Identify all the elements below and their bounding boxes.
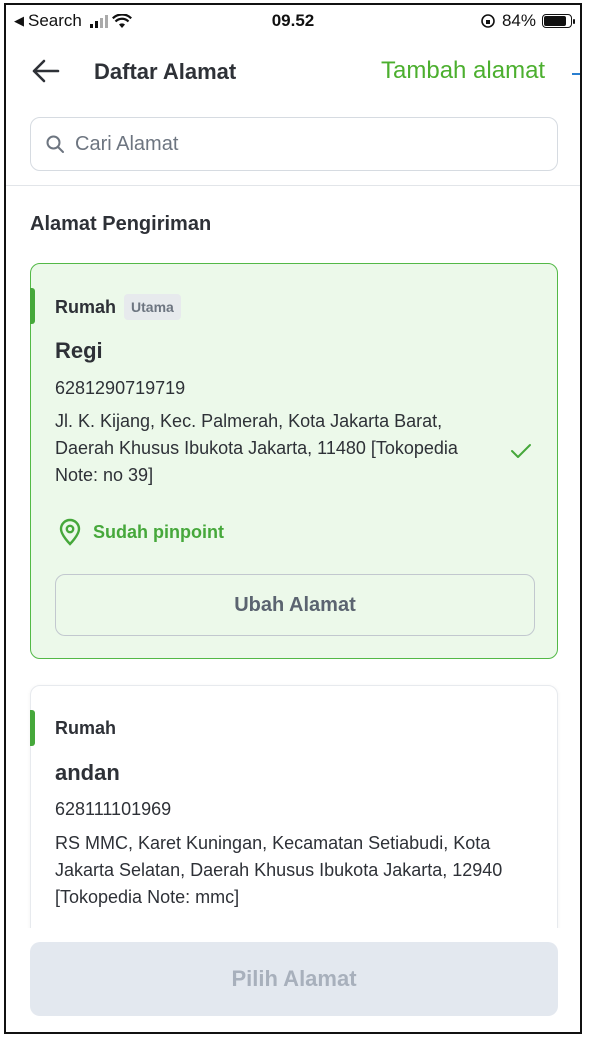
address-label: Rumah <box>55 718 117 738</box>
status-bar: ◀ Search 09.52 84% <box>6 5 580 37</box>
card-accent-bar <box>30 288 35 324</box>
search-box[interactable] <box>30 117 558 171</box>
recipient-name: Regi <box>55 338 103 363</box>
address-card-selected[interactable]: Rumah Utama Regi 6281290719719 Jl. K. Ki… <box>30 263 558 659</box>
recipient-phone: 628111101969 <box>55 799 172 819</box>
recipient-phone: 6281290719719 <box>55 378 186 398</box>
address-label-row: Rumah <box>55 718 116 739</box>
search-icon <box>46 135 64 153</box>
annotation-line <box>572 73 580 75</box>
address-label-row: Rumah Utama <box>55 294 181 320</box>
battery-percent: 84% <box>501 11 536 30</box>
header-divider <box>6 185 580 186</box>
status-right: 84% <box>480 11 575 31</box>
pinpoint-label: Sudah pinpoint <box>93 521 224 542</box>
pinpoint-status: Sudah pinpoint <box>57 518 224 546</box>
orientation-lock-icon <box>481 14 495 28</box>
address-text: Jl. K. Kijang, Kec. Palmerah, Kota Jakar… <box>55 411 458 485</box>
check-icon <box>511 444 531 458</box>
edit-address-button[interactable]: Ubah Alamat <box>55 574 535 636</box>
add-address-link[interactable]: Tambah alamat <box>381 57 545 85</box>
choose-address-button[interactable]: Pilih Alamat <box>30 942 558 1016</box>
search-input[interactable] <box>73 131 537 157</box>
bottom-action-bar: Pilih Alamat <box>6 928 580 1032</box>
page-title: Daftar Alamat <box>94 59 237 84</box>
recipient-name: andan <box>55 760 120 785</box>
app-frame: ◀ Search 09.52 84% Daftar Alamat Tambah … <box>4 3 582 1034</box>
section-title: Alamat Pengiriman <box>30 213 212 235</box>
location-pin-icon <box>59 518 81 546</box>
address-label: Rumah <box>55 296 117 317</box>
address-text: RS MMC, Karet Kuningan, Kecamatan Setiab… <box>55 833 503 907</box>
back-arrow-icon[interactable] <box>28 53 64 89</box>
app-header: Daftar Alamat Tambah alamat <box>6 45 580 95</box>
card-accent-bar <box>30 710 35 746</box>
primary-badge: Utama <box>124 294 181 320</box>
battery-icon <box>542 14 575 28</box>
